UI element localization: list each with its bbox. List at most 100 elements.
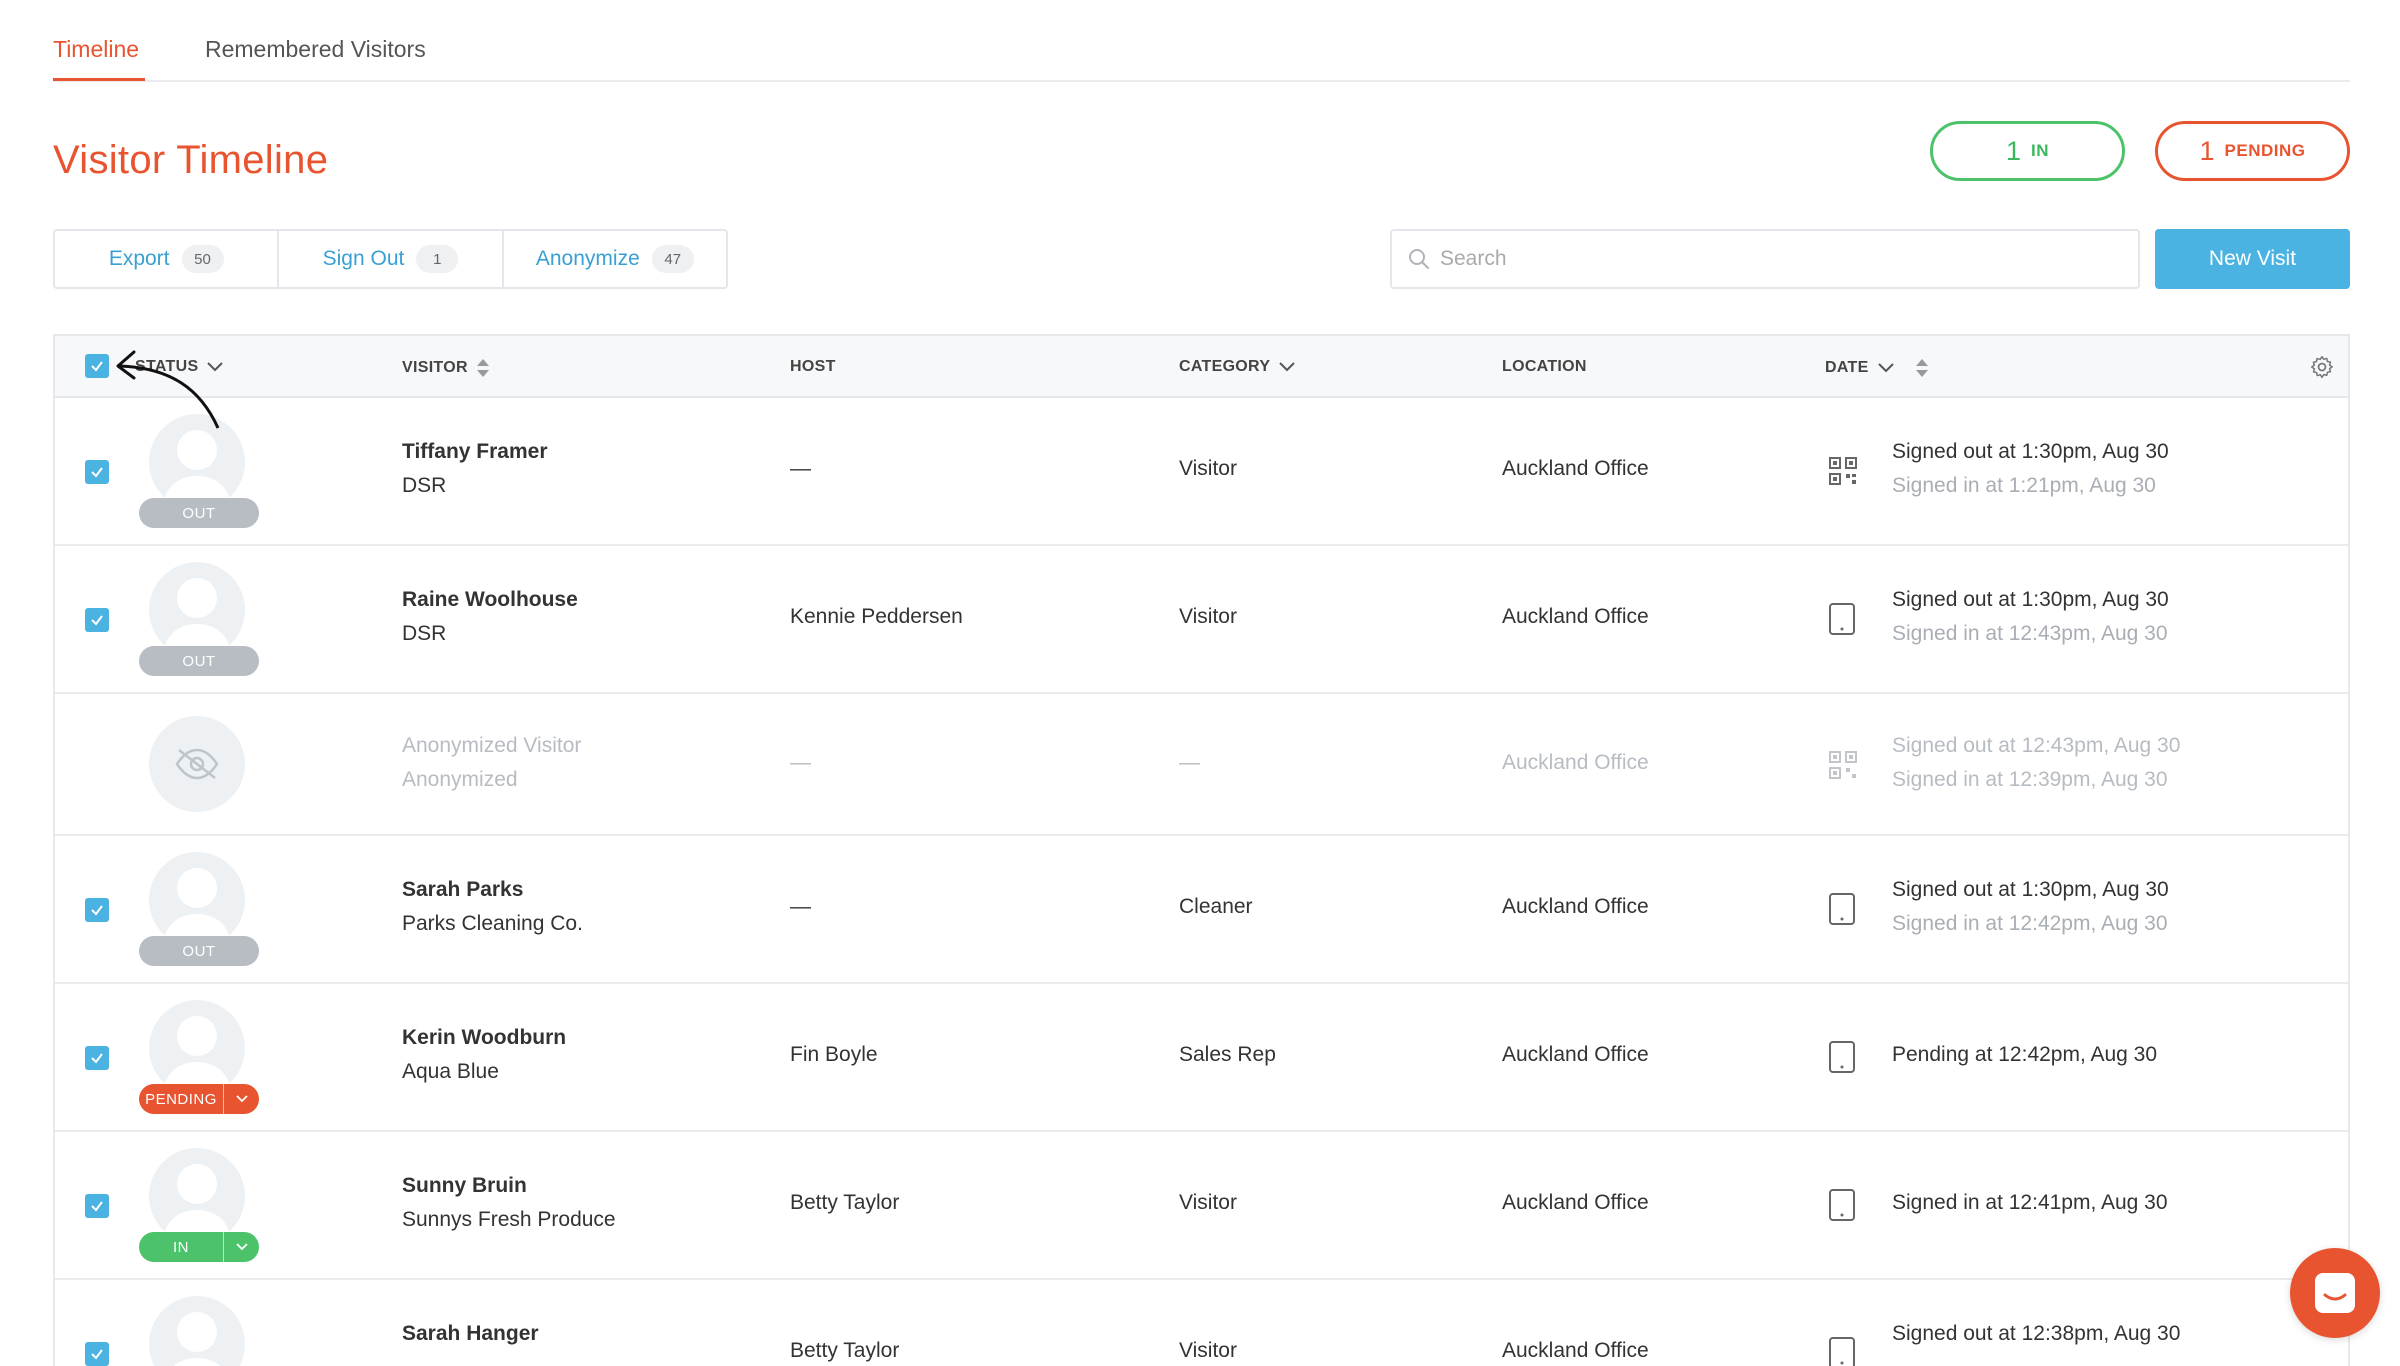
anonymize-button[interactable]: Anonymize 47 <box>504 231 726 287</box>
pending-count-pill[interactable]: 1 PENDING <box>2155 121 2350 181</box>
visitor-name[interactable]: Anonymized Visitor <box>402 734 581 758</box>
visitor-company: Sunnys Fresh Produce <box>402 1208 616 1231</box>
chevron-down-icon[interactable] <box>223 1084 259 1114</box>
status-badge[interactable]: OUT <box>139 646 259 676</box>
tablet-icon <box>1829 1041 1855 1073</box>
table-row[interactable]: OUT Raine Woolhouse DSR Kennie Peddersen… <box>55 546 2348 694</box>
column-location-label: LOCATION <box>1502 358 1587 375</box>
chat-icon <box>2315 1273 2355 1313</box>
date-secondary: Signed in at 1:21pm, Aug 30 <box>1892 474 2156 497</box>
table-row[interactable]: IN Sunny Bruin Sunnys Fresh Produce Bett… <box>55 1132 2348 1280</box>
tab-timeline[interactable]: Timeline <box>53 36 139 63</box>
category: Visitor <box>1179 457 1237 480</box>
search-box <box>1390 229 2140 289</box>
status-dropdown[interactable]: PENDING <box>139 1084 259 1114</box>
location: Auckland Office <box>1502 895 1649 918</box>
sign-out-button[interactable]: Sign Out 1 <box>279 231 504 287</box>
person-icon <box>163 578 231 658</box>
in-count-pill[interactable]: 1 IN <box>1930 121 2125 181</box>
column-category[interactable]: CATEGORY <box>1179 358 1296 376</box>
visitor-name[interactable]: Sunny Bruin <box>402 1174 527 1198</box>
host-name: Kennie Peddersen <box>790 605 963 628</box>
date-primary: Signed out at 1:30pm, Aug 30 <box>1892 440 2169 463</box>
table-row[interactable]: PENDING Kerin Woodburn Aqua Blue Fin Boy… <box>55 984 2348 1132</box>
annotation-arrow <box>116 350 220 429</box>
active-tab-indicator <box>53 78 145 81</box>
date-primary: Signed in at 12:41pm, Aug 30 <box>1892 1191 2168 1214</box>
status-badge-label: IN <box>173 1238 189 1256</box>
gear-icon[interactable] <box>2309 354 2335 380</box>
category: — <box>1179 751 1200 774</box>
row-checkbox[interactable] <box>85 1046 109 1070</box>
date-primary: Signed out at 12:38pm, Aug 30 <box>1892 1322 2181 1345</box>
table-row[interactable]: OUT Sarah Parks Parks Cleaning Co. — Cle… <box>55 836 2348 984</box>
anonymize-label: Anonymize <box>535 247 640 270</box>
column-visitor-label: VISITOR <box>402 359 468 376</box>
visitor-name[interactable]: Kerin Woodburn <box>402 1026 566 1050</box>
location: Auckland Office <box>1502 457 1649 480</box>
host-name: — <box>790 457 811 480</box>
category: Visitor <box>1179 605 1237 628</box>
date-secondary: Signed in at 12:39pm, Aug 30 <box>1892 768 2168 791</box>
pending-label: PENDING <box>2224 141 2306 160</box>
status-badge-label: OUT <box>182 942 216 960</box>
checkmark-icon <box>91 905 103 916</box>
tab-remembered-visitors[interactable]: Remembered Visitors <box>205 36 426 63</box>
row-checkbox[interactable] <box>85 1342 109 1366</box>
location: Auckland Office <box>1502 1043 1649 1066</box>
chevron-down-icon[interactable] <box>223 1232 259 1262</box>
person-icon <box>173 1312 221 1366</box>
checkmark-icon <box>91 1053 103 1064</box>
visitor-company: DSR <box>402 622 447 645</box>
status-badge-label: OUT <box>182 652 216 670</box>
in-label: IN <box>2031 141 2050 160</box>
host-name: Fin Boyle <box>790 1043 878 1066</box>
visitor-company: Anonymized <box>402 768 518 791</box>
table-row[interactable]: Anonymized Visitor Anonymized — — Auckla… <box>55 694 2348 836</box>
new-visit-button[interactable]: New Visit <box>2155 229 2350 289</box>
search-input[interactable] <box>1440 247 2090 271</box>
status-badge-label: PENDING <box>145 1090 217 1108</box>
date-primary: Signed out at 1:30pm, Aug 30 <box>1892 588 2169 611</box>
person-icon <box>163 868 231 948</box>
host-name: — <box>790 751 811 774</box>
date-primary: Pending at 12:42pm, Aug 30 <box>1892 1043 2158 1066</box>
status-badge[interactable]: OUT <box>139 936 259 966</box>
tablet-icon <box>1829 1337 1855 1366</box>
bulk-actions: Export 50 Sign Out 1 Anonymize 47 <box>53 229 728 289</box>
table-row[interactable]: OUT Tiffany Framer DSR — Visitor Aucklan… <box>55 398 2348 546</box>
date-secondary: Signed in at 12:43pm, Aug 30 <box>1892 622 2168 645</box>
row-checkbox[interactable] <box>85 1194 109 1218</box>
row-checkbox[interactable] <box>85 898 109 922</box>
visitor-name[interactable]: Sarah Parks <box>402 878 523 902</box>
column-category-label: CATEGORY <box>1179 358 1271 375</box>
column-visitor[interactable]: VISITOR <box>402 358 490 378</box>
visitor-company: Parks Cleaning Co. <box>402 912 583 935</box>
column-date[interactable]: DATE <box>1825 358 1929 378</box>
visitor-name[interactable]: Sarah Hanger <box>402 1322 539 1346</box>
column-host: HOST <box>790 358 836 376</box>
visitor-name[interactable]: Raine Woolhouse <box>402 588 578 612</box>
eye-slash-icon <box>175 748 219 780</box>
row-checkbox[interactable] <box>85 460 109 484</box>
category: Cleaner <box>1179 895 1253 918</box>
visitor-name[interactable]: Tiffany Framer <box>402 440 548 464</box>
row-checkbox[interactable] <box>85 608 109 632</box>
tablet-icon <box>1829 893 1855 925</box>
status-dropdown[interactable]: IN <box>139 1232 259 1262</box>
column-date-label: DATE <box>1825 359 1869 376</box>
table-row[interactable]: Sarah Hanger Betty Taylor Visitor Auckla… <box>55 1280 2348 1366</box>
column-location: LOCATION <box>1502 358 1587 376</box>
avatar <box>149 1000 245 1096</box>
chevron-down-icon <box>1877 363 1894 373</box>
host-name: Betty Taylor <box>790 1191 900 1214</box>
tab-bar: Timeline Remembered Visitors <box>53 0 2350 82</box>
chat-launcher[interactable] <box>2290 1248 2380 1338</box>
category: Visitor <box>1179 1191 1237 1214</box>
status-badge[interactable]: OUT <box>139 498 259 528</box>
export-button[interactable]: Export 50 <box>55 231 280 287</box>
qr-code-icon <box>1829 751 1857 779</box>
location: Auckland Office <box>1502 751 1649 774</box>
avatar <box>149 1296 245 1366</box>
pending-count: 1 <box>2199 135 2215 166</box>
